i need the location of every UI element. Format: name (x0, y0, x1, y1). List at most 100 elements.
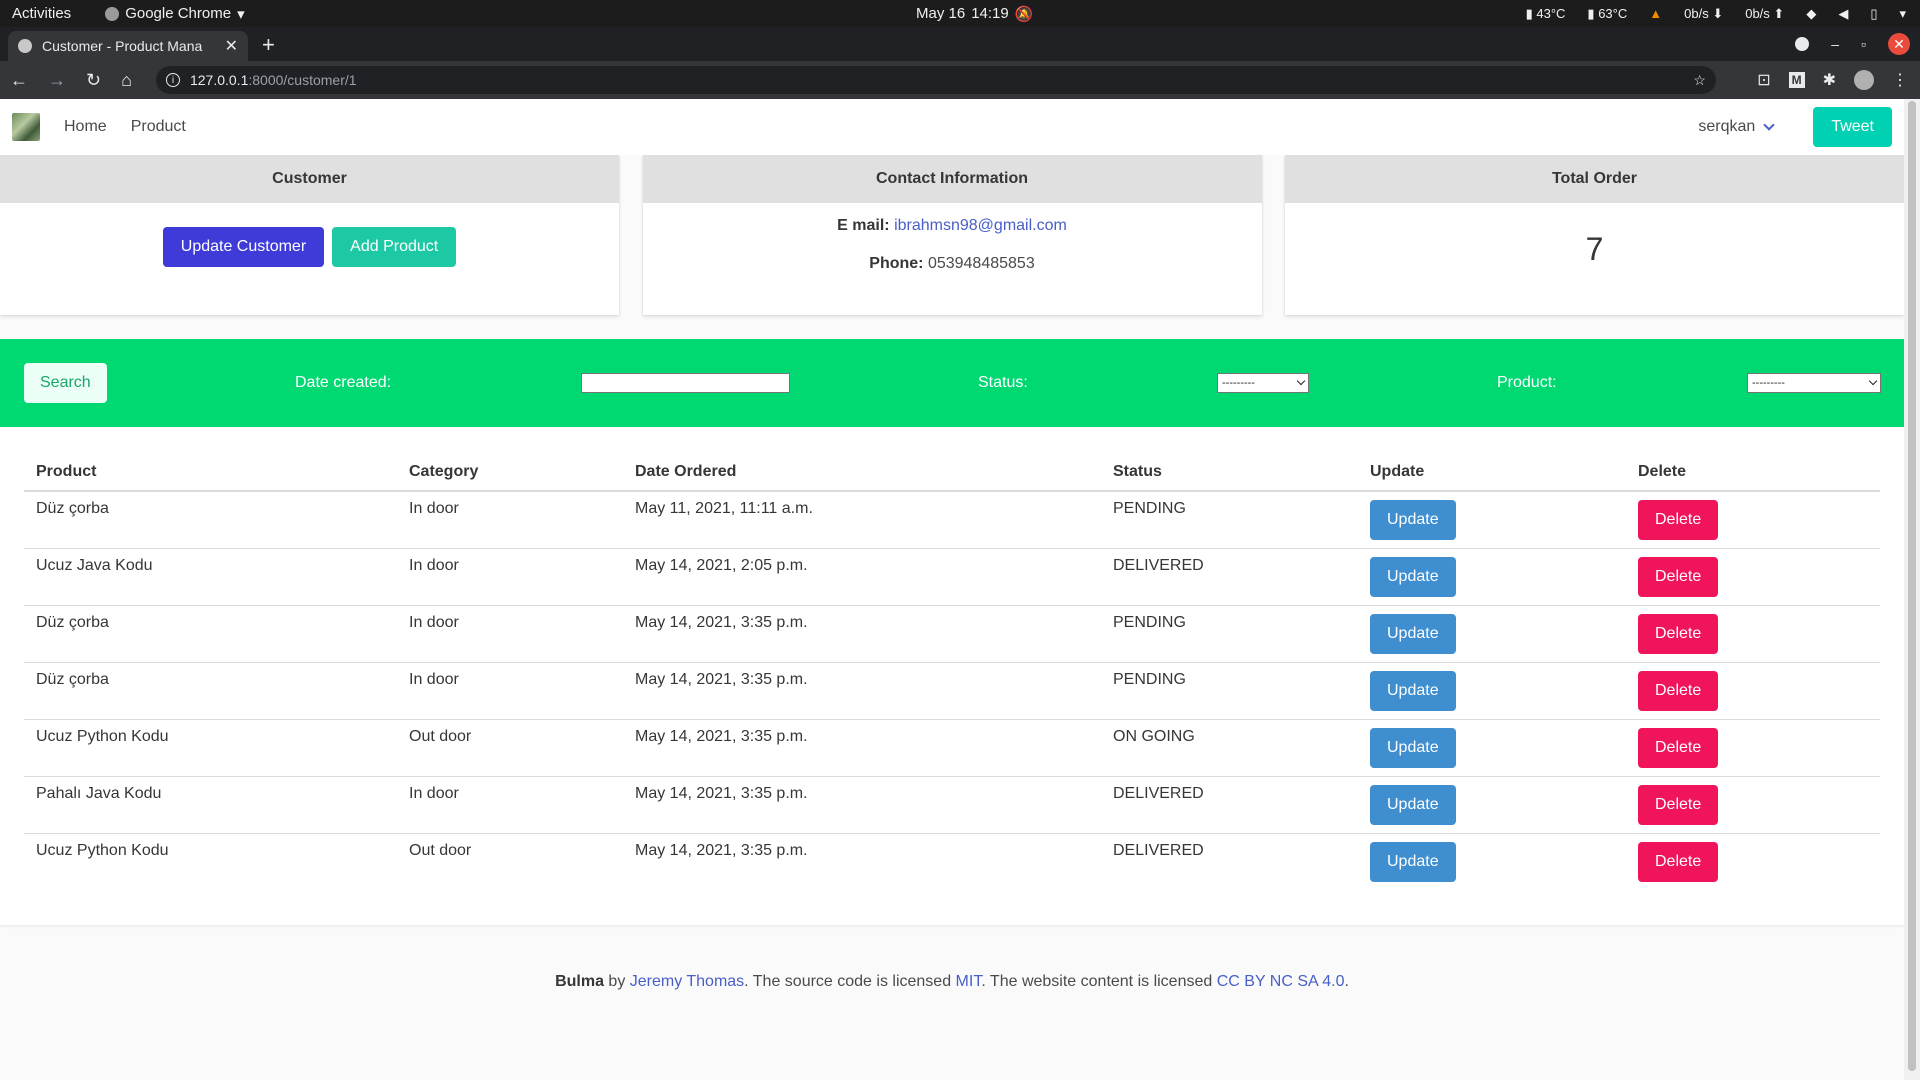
chevron-down-icon (1763, 119, 1775, 131)
new-tab-icon[interactable]: + (262, 32, 275, 58)
temp-1: ▮ 43°C (1526, 6, 1566, 22)
cell-date: May 14, 2021, 3:35 p.m. (635, 842, 808, 859)
phone-line: Phone: 053948485853 (869, 255, 1034, 273)
delete-order-button[interactable]: Delete (1638, 671, 1719, 711)
site-logo[interactable] (12, 113, 40, 141)
puzzle-extensions-icon[interactable]: ✱ (1823, 70, 1836, 90)
contact-card: Contact Information E mail: ibrahmsn98@g… (642, 155, 1262, 315)
col-product: Product (24, 451, 397, 492)
address-bar[interactable]: i 127.0.0.1:8000/customer/1 ☆ (155, 66, 1716, 94)
scrollbar-thumb[interactable] (1908, 101, 1916, 1071)
kebab-menu-icon[interactable]: ⋮ (1892, 70, 1908, 90)
email-link[interactable]: ibrahmsn98@gmail.com (894, 217, 1067, 234)
cell-status: ON GOING (1101, 719, 1358, 777)
temp-1-value: 43°C (1536, 5, 1566, 21)
nav-product-link[interactable]: Product (131, 118, 186, 136)
table-row: Ucuz Java Kodu In door May 14, 2021, 2:0… (24, 548, 1880, 606)
forward-icon[interactable]: → (48, 70, 66, 91)
phone-value: 053948485853 (927, 255, 1035, 272)
footer-mit-link[interactable]: MIT (956, 973, 982, 990)
wifi-icon: ◆ (1806, 5, 1817, 21)
date: May 16 (916, 5, 966, 22)
delete-order-button[interactable]: Delete (1638, 557, 1719, 597)
footer-text-3: . (1344, 972, 1349, 990)
activities-button[interactable]: Activities (12, 5, 71, 22)
clock[interactable]: May 16 14:19 🔕 (916, 5, 1033, 23)
footer-brand: Bulma (555, 972, 604, 990)
footer-cc-link[interactable]: CC BY NC SA 4.0 (1217, 973, 1345, 990)
tab-search-icon[interactable] (1795, 37, 1810, 51)
table-row: Pahalı Java Kodu In door May 14, 2021, 3… (24, 776, 1880, 834)
cell-product: Düz çorba (24, 605, 397, 663)
update-order-button[interactable]: Update (1370, 842, 1456, 882)
update-order-button[interactable]: Update (1370, 500, 1456, 540)
url-path: :8000/customer/1 (248, 72, 357, 88)
date-created-input[interactable] (581, 373, 790, 393)
footer-author-link[interactable]: Jeremy Thomas (630, 973, 744, 990)
cell-status: DELIVERED (1101, 548, 1358, 606)
m-extension-icon[interactable]: M (1788, 72, 1805, 88)
search-button[interactable]: Search (24, 363, 107, 403)
tab-close-icon[interactable]: ✕ (225, 36, 238, 56)
update-order-button[interactable]: Update (1370, 785, 1456, 825)
browser-tab[interactable]: Customer - Product Mana ✕ (8, 31, 248, 61)
delete-order-button[interactable]: Delete (1638, 614, 1719, 654)
maximize-icon[interactable]: ▫ (1861, 36, 1866, 52)
user-dropdown[interactable]: serqkan (1698, 118, 1775, 136)
cell-date: May 14, 2021, 3:35 p.m. (623, 776, 1101, 834)
app-menu[interactable]: Google Chrome ▾ (105, 5, 245, 23)
minimize-icon[interactable]: – (1831, 36, 1839, 52)
orders-table-box: Product Category Date Ordered Status Upd… (0, 427, 1904, 925)
delete-order-button[interactable]: Delete (1638, 728, 1719, 768)
status-select[interactable]: --------- (1217, 373, 1309, 393)
window-controls: – ▫ ✕ (1795, 33, 1910, 55)
delete-order-button[interactable]: Delete (1638, 500, 1719, 540)
select-arrow-icon (1296, 376, 1306, 386)
net-down-value: 0b/s (1684, 5, 1709, 21)
update-order-button[interactable]: Update (1370, 671, 1456, 711)
cell-date: May 14, 2021, 3:35 p.m. (623, 662, 1101, 720)
filter-bar: Search Date created: Status: --------- P… (0, 339, 1904, 427)
vlc-icon: ▲ (1649, 6, 1663, 21)
bookmark-star-icon[interactable]: ☆ (1693, 72, 1706, 89)
update-order-button[interactable]: Update (1370, 728, 1456, 768)
tab-strip: Customer - Product Mana ✕ + – ▫ ✕ (0, 27, 1920, 61)
url-host: 127.0.0.1 (189, 72, 249, 88)
page-scrollbar[interactable] (1904, 99, 1920, 1080)
product-select[interactable]: --------- (1747, 373, 1881, 393)
profile-avatar-icon[interactable] (1854, 70, 1874, 90)
delete-order-button[interactable]: Delete (1638, 842, 1719, 882)
username: serqkan (1698, 118, 1756, 135)
net-up: 0b/s ⬆ (1745, 5, 1785, 21)
reload-icon[interactable]: ↻ (86, 70, 101, 91)
status-label: Status: (978, 374, 1028, 391)
col-date-ordered: Date Ordered (623, 451, 1101, 492)
cell-status: PENDING (1101, 662, 1358, 720)
cell-product: Düz çorba (24, 491, 397, 549)
tab-title: Customer - Product Mana (42, 38, 203, 54)
cell-product: Düz çorba (24, 662, 397, 720)
home-icon[interactable]: ⌂ (121, 70, 132, 91)
update-order-button[interactable]: Update (1370, 614, 1456, 654)
tweet-button[interactable]: Tweet (1813, 107, 1892, 147)
customer-card: Customer Update Customer Add Product (0, 155, 619, 315)
volume-icon: ◀ (1838, 5, 1849, 21)
add-product-button[interactable]: Add Product (332, 227, 457, 267)
update-customer-button[interactable]: Update Customer (162, 227, 325, 267)
table-row: Düz çorba In door May 11, 2021, 11:11 a.… (24, 491, 1880, 549)
back-icon[interactable]: ← (10, 70, 28, 91)
os-top-bar: Activities Google Chrome ▾ May 16 14:19 … (0, 0, 1920, 27)
update-order-button[interactable]: Update (1370, 557, 1456, 597)
close-window-icon[interactable]: ✕ (1888, 33, 1910, 55)
delete-order-button[interactable]: Delete (1638, 785, 1719, 825)
reading-mode-icon[interactable]: ⊡ (1757, 70, 1770, 90)
cell-category: Out door (409, 842, 472, 859)
nav-home-link[interactable]: Home (64, 118, 107, 136)
footer-by: by (603, 972, 630, 990)
total-order-title: Total Order (1285, 155, 1904, 203)
system-tray[interactable]: ▮ 43°C ▮ 63°C ▲ 0b/s ⬇ 0b/s ⬆ ◆ ◀ ▯ ▾ (1526, 6, 1906, 22)
site-info-icon[interactable]: i (165, 73, 180, 87)
email-line: E mail: ibrahmsn98@gmail.com (837, 217, 1067, 235)
cell-product: Ucuz Python Kodu (36, 842, 169, 859)
orders-table: Product Category Date Ordered Status Upd… (24, 451, 1880, 891)
